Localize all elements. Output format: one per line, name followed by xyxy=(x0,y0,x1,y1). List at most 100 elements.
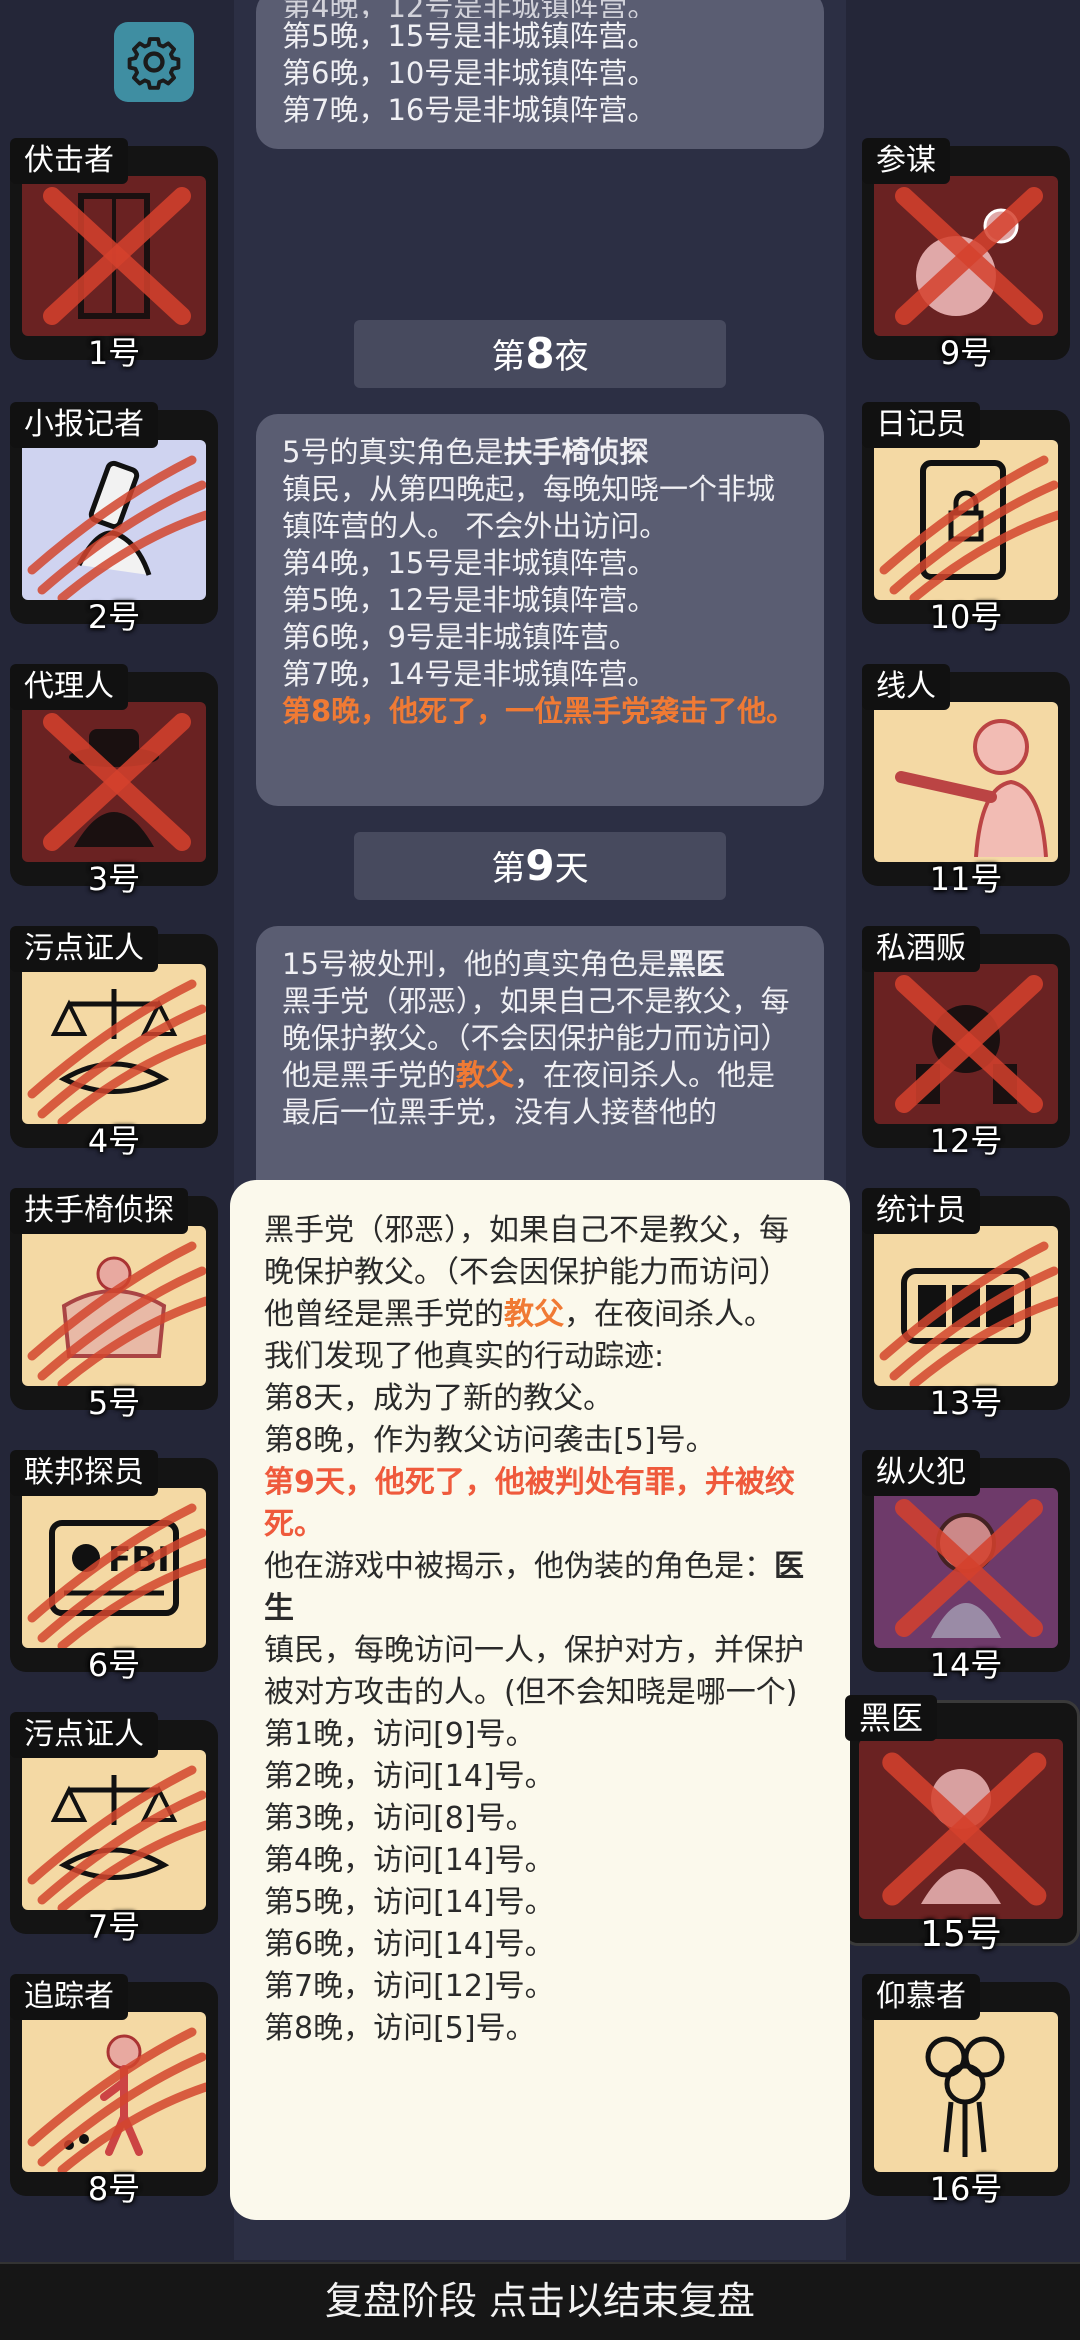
card-line: 第7晚，14号是非城镇阵营。 xyxy=(282,657,657,691)
player-number: 3号 xyxy=(87,860,141,898)
card-line: 第6晚，10号是非城镇阵营。 xyxy=(282,56,657,90)
phase-suffix: 夜 xyxy=(554,337,589,377)
popup-visit: 第2晚，访问[14]号。 xyxy=(264,1759,555,1794)
player-tile-4[interactable]: 污点证人 4号 xyxy=(10,926,218,1160)
player-portrait xyxy=(859,1739,1063,1919)
phase-header-night-8: 第8夜 xyxy=(354,320,726,388)
phase-header-day-9: 第9天 xyxy=(354,832,726,900)
player-number: 13号 xyxy=(929,1384,1003,1422)
player-role: 伏击者 xyxy=(10,138,128,184)
phase-prefix: 第 xyxy=(491,337,526,377)
player-tile-13[interactable]: 统计员 13号 xyxy=(862,1188,1070,1422)
popup-desc: 黑手党（邪恶），如果自己不是教父，每晚保护教父。（不会因保护能力而访问） xyxy=(264,1213,789,1290)
player-tile-8[interactable]: 追踪者 8号 xyxy=(10,1974,218,2208)
phase-prefix: 第 xyxy=(491,849,526,889)
dead-x-mark xyxy=(895,1499,1043,1637)
player-portrait xyxy=(874,964,1058,1124)
player-tile-9[interactable]: 参谋 9号 xyxy=(862,138,1070,372)
player-tile-12[interactable]: 私酒贩 12号 xyxy=(862,926,1070,1160)
settings-button[interactable] xyxy=(114,22,194,102)
popup-highlight: 教父 xyxy=(504,1297,564,1332)
player-number: 7号 xyxy=(87,1908,141,1946)
player-portrait: FBI xyxy=(22,1488,206,1648)
player-number: 6号 xyxy=(87,1646,141,1684)
card-death-line: 第8晚，他死了，一位黑手党袭击了他。 xyxy=(282,694,796,728)
player-number: 5号 xyxy=(87,1384,141,1422)
player-number: 16号 xyxy=(929,2170,1003,2208)
player-role: 污点证人 xyxy=(10,926,158,972)
player-tile-1[interactable]: 伏击者 1号 xyxy=(10,138,218,372)
claw-slash-mark xyxy=(27,1765,206,1910)
history-card-day-partial: 第4晚，12号是非城镇阵营。 第5晚，15号是非城镇阵营。 第6晚，10号是非城… xyxy=(256,0,824,149)
player-tile-14[interactable]: 纵火犯 14号 xyxy=(862,1450,1070,1684)
player-tile-10[interactable]: 日记员 10号 xyxy=(862,402,1070,636)
player-detail-popup[interactable]: 黑手党（邪恶），如果自己不是教父，每晚保护教父。（不会因保护能力而访问） 他曾经… xyxy=(230,1180,850,2220)
player-tile-2[interactable]: 小报记者 2号 xyxy=(10,402,218,636)
player-tile-5[interactable]: 扶手椅侦探 5号 xyxy=(10,1188,218,1422)
player-role: 联邦探员 xyxy=(10,1450,158,1496)
popup-text: 他曾经是黑手党的 xyxy=(264,1297,504,1332)
player-number: 9号 xyxy=(939,334,993,372)
phase-number: 9 xyxy=(525,841,555,890)
player-number: 11号 xyxy=(929,860,1003,898)
roses-bouquet-icon xyxy=(874,2012,1058,2172)
player-portrait xyxy=(874,1488,1058,1648)
dead-x-mark xyxy=(43,713,191,851)
card-line: 第6晚，9号是非城镇阵营。 xyxy=(282,620,638,654)
claw-slash-mark xyxy=(27,1241,206,1386)
popup-text: 他在游戏中被揭示，他伪装的角色是： xyxy=(264,1549,774,1584)
card-partial-line: 第4晚，12号是非城镇阵营。 xyxy=(282,0,657,18)
player-tile-11[interactable]: 线人 11号 xyxy=(862,664,1070,898)
player-portrait xyxy=(874,1226,1058,1386)
popup-desc: 镇民，每晚访问一人，保护对方，并保护被对方攻击的人。(但不会知晓是哪一个) xyxy=(264,1633,804,1710)
card-line: 第4晚，15号是非城镇阵营。 xyxy=(282,546,657,580)
card-line: 第7晚，16号是非城镇阵营。 xyxy=(282,93,657,127)
player-tile-15-highlighted[interactable]: 黑医 15号 xyxy=(842,1695,1080,1955)
player-tile-7[interactable]: 污点证人 7号 xyxy=(10,1712,218,1946)
card-desc: 黑手党（邪恶），如果自己不是教父，每晚保护教父。（不会因保护能力而访问） xyxy=(282,984,790,1055)
phase-suffix: 天 xyxy=(554,849,589,889)
player-portrait xyxy=(22,1226,206,1386)
player-portrait xyxy=(874,702,1058,862)
popup-visit: 第8晚，访问[5]号。 xyxy=(264,2011,536,2046)
player-role: 污点证人 xyxy=(10,1712,158,1758)
popup-visit: 第4晚，访问[14]号。 xyxy=(264,1843,555,1878)
card-line: 第5晚，12号是非城镇阵营。 xyxy=(282,583,657,617)
player-portrait xyxy=(22,176,206,336)
player-role: 小报记者 xyxy=(10,402,158,448)
player-role: 线人 xyxy=(862,664,950,710)
claw-slash-mark xyxy=(879,455,1058,600)
claw-slash-mark xyxy=(27,2027,206,2172)
player-number: 4号 xyxy=(87,1122,141,1160)
player-tile-16[interactable]: 仰慕者 16号 xyxy=(862,1974,1070,2208)
player-role: 纵火犯 xyxy=(862,1450,980,1496)
dead-x-mark xyxy=(895,187,1043,325)
end-review-button[interactable]: 复盘阶段 点击以结束复盘 xyxy=(0,2262,1080,2340)
player-number: 15号 xyxy=(920,1914,1002,1955)
claw-slash-mark xyxy=(27,1503,206,1648)
player-tile-6[interactable]: 联邦探员 FBI 6号 xyxy=(10,1450,218,1684)
player-role: 追踪者 xyxy=(10,1974,128,2020)
player-portrait xyxy=(874,176,1058,336)
player-role: 代理人 xyxy=(10,664,128,710)
card-role: 扶手椅侦探 xyxy=(503,435,649,469)
player-number: 1号 xyxy=(87,334,141,372)
card-highlight: 教父 xyxy=(456,1058,515,1092)
player-portrait xyxy=(874,440,1058,600)
popup-visit: 第5晚，访问[14]号。 xyxy=(264,1885,555,1920)
player-role: 仰慕者 xyxy=(862,1974,980,2020)
card-lead: 5号的真实角色是 xyxy=(282,435,504,469)
claw-slash-mark xyxy=(27,455,206,600)
claw-slash-mark xyxy=(27,979,206,1124)
player-tile-3[interactable]: 代理人 3号 xyxy=(10,664,218,898)
player-role: 参谋 xyxy=(862,138,950,184)
player-portrait xyxy=(22,964,206,1124)
player-role: 日记员 xyxy=(862,402,980,448)
player-portrait xyxy=(22,1750,206,1910)
popup-line: 第8晚，作为教父访问袭击[5]号。 xyxy=(264,1423,716,1458)
player-number: 8号 xyxy=(87,2170,141,2208)
dead-x-mark xyxy=(882,1752,1047,1906)
player-role: 统计员 xyxy=(862,1188,980,1234)
gear-icon xyxy=(127,37,181,90)
player-role: 黑医 xyxy=(845,1695,938,1741)
